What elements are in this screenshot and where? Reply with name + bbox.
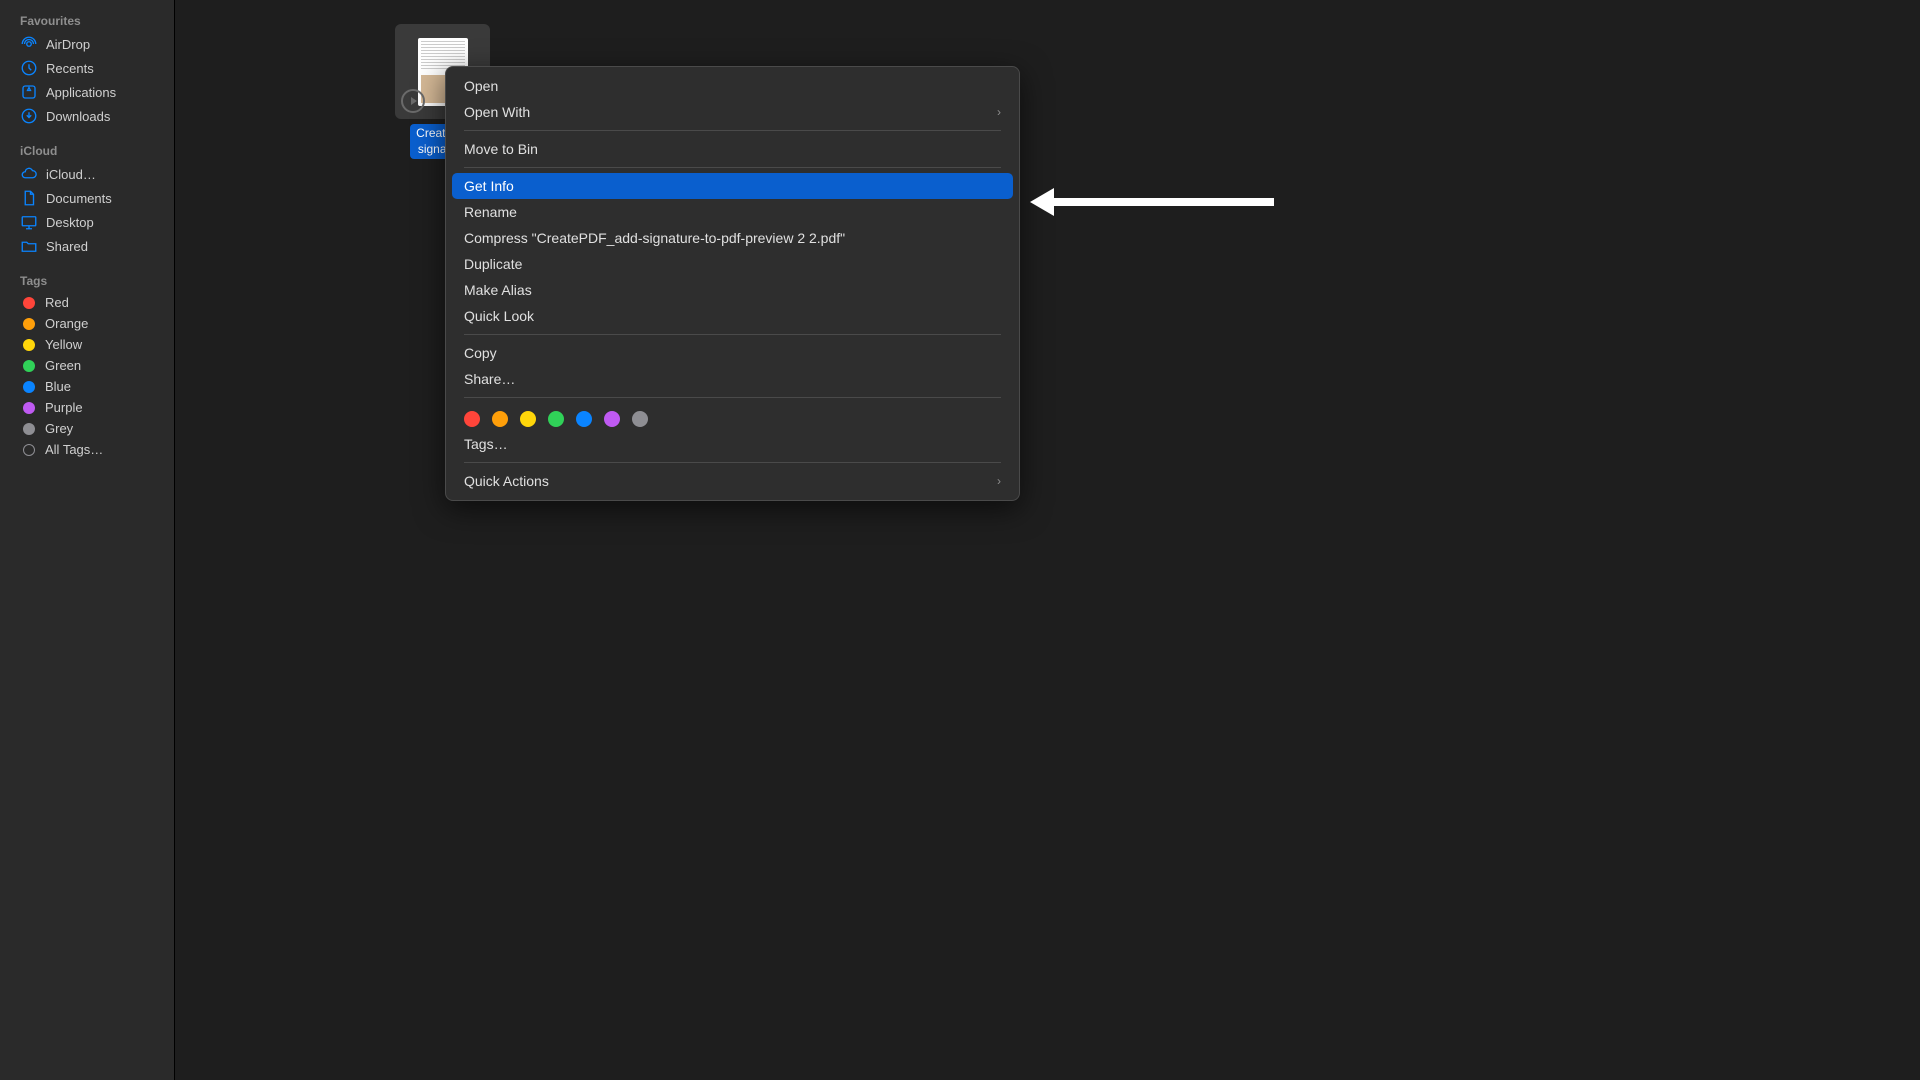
sidebar-section-icloud: iCloud iCloud… Documents Desktop Shared (0, 140, 174, 258)
sidebar-item-downloads[interactable]: Downloads (0, 104, 174, 128)
tag-circle-blue[interactable] (576, 411, 592, 427)
arrow-line (1054, 198, 1274, 206)
download-progress-icon (401, 89, 425, 113)
menu-item-quick-actions[interactable]: Quick Actions› (452, 468, 1013, 494)
sidebar-item-icloud-drive[interactable]: iCloud… (0, 162, 174, 186)
menu-item-move-to-bin[interactable]: Move to Bin (452, 136, 1013, 162)
clock-icon (20, 59, 38, 77)
tag-dot-all (23, 444, 35, 456)
tag-dot-red (23, 297, 35, 309)
sidebar-item-label: Recents (46, 61, 94, 76)
sidebar-item-label: Blue (45, 379, 71, 394)
menu-item-open[interactable]: Open (452, 73, 1013, 99)
sidebar-item-applications[interactable]: Applications (0, 80, 174, 104)
sidebar-tag-grey[interactable]: Grey (0, 418, 174, 439)
sidebar-header-tags: Tags (0, 270, 174, 292)
shared-folder-icon (20, 237, 38, 255)
menu-separator (464, 397, 1001, 398)
sidebar-section-favourites: Favourites AirDrop Recents Applications … (0, 10, 174, 128)
chevron-right-icon: › (997, 105, 1001, 119)
menu-separator (464, 167, 1001, 168)
sidebar-item-airdrop[interactable]: AirDrop (0, 32, 174, 56)
tag-dot-orange (23, 318, 35, 330)
sidebar-item-documents[interactable]: Documents (0, 186, 174, 210)
arrow-head-icon (1030, 188, 1054, 216)
sidebar-item-label: Orange (45, 316, 88, 331)
sidebar-all-tags[interactable]: All Tags… (0, 439, 174, 460)
sidebar-item-label: All Tags… (45, 442, 103, 457)
sidebar-item-label: Documents (46, 191, 112, 206)
menu-item-make-alias[interactable]: Make Alias (452, 277, 1013, 303)
sidebar-tag-red[interactable]: Red (0, 292, 174, 313)
cloud-icon (20, 165, 38, 183)
sidebar-tag-yellow[interactable]: Yellow (0, 334, 174, 355)
sidebar-item-label: Purple (45, 400, 83, 415)
sidebar-tag-purple[interactable]: Purple (0, 397, 174, 418)
sidebar-item-label: Grey (45, 421, 73, 436)
sidebar-item-label: iCloud… (46, 167, 96, 182)
document-icon (20, 189, 38, 207)
sidebar-section-tags: Tags Red Orange Yellow Green Blue Purple… (0, 270, 174, 460)
menu-item-rename[interactable]: Rename (452, 199, 1013, 225)
sidebar-item-label: Downloads (46, 109, 110, 124)
tag-dot-grey (23, 423, 35, 435)
sidebar-header-favourites: Favourites (0, 10, 174, 32)
sidebar-item-label: AirDrop (46, 37, 90, 52)
tag-circle-green[interactable] (548, 411, 564, 427)
menu-item-tags[interactable]: Tags… (452, 431, 1013, 457)
tag-dot-purple (23, 402, 35, 414)
context-menu: Open Open With› Move to Bin Get Info Ren… (445, 66, 1020, 501)
sidebar-item-recents[interactable]: Recents (0, 56, 174, 80)
menu-separator (464, 334, 1001, 335)
sidebar-item-label: Green (45, 358, 81, 373)
tag-color-row (452, 403, 1013, 431)
tag-dot-green (23, 360, 35, 372)
sidebar-item-label: Shared (46, 239, 88, 254)
tag-circle-grey[interactable] (632, 411, 648, 427)
menu-separator (464, 462, 1001, 463)
main-content: CreatePD signature Open Open With› Move … (175, 0, 1920, 1080)
tag-dot-blue (23, 381, 35, 393)
menu-item-quick-look[interactable]: Quick Look (452, 303, 1013, 329)
sidebar-item-label: Desktop (46, 215, 94, 230)
menu-item-get-info[interactable]: Get Info (452, 173, 1013, 199)
tag-circle-yellow[interactable] (520, 411, 536, 427)
tag-circle-purple[interactable] (604, 411, 620, 427)
sidebar-item-label: Applications (46, 85, 116, 100)
tag-dot-yellow (23, 339, 35, 351)
menu-item-duplicate[interactable]: Duplicate (452, 251, 1013, 277)
sidebar-header-icloud: iCloud (0, 140, 174, 162)
applications-icon (20, 83, 38, 101)
menu-item-copy[interactable]: Copy (452, 340, 1013, 366)
sidebar: Favourites AirDrop Recents Applications … (0, 0, 175, 1080)
tag-circle-red[interactable] (464, 411, 480, 427)
annotation-arrow (1030, 188, 1274, 216)
desktop-icon (20, 213, 38, 231)
sidebar-item-desktop[interactable]: Desktop (0, 210, 174, 234)
sidebar-item-shared[interactable]: Shared (0, 234, 174, 258)
sidebar-tag-orange[interactable]: Orange (0, 313, 174, 334)
sidebar-tag-blue[interactable]: Blue (0, 376, 174, 397)
sidebar-item-label: Yellow (45, 337, 82, 352)
tag-circle-orange[interactable] (492, 411, 508, 427)
sidebar-tag-green[interactable]: Green (0, 355, 174, 376)
menu-item-share[interactable]: Share… (452, 366, 1013, 392)
sidebar-item-label: Red (45, 295, 69, 310)
menu-separator (464, 130, 1001, 131)
downloads-icon (20, 107, 38, 125)
menu-item-open-with[interactable]: Open With› (452, 99, 1013, 125)
menu-item-compress[interactable]: Compress "CreatePDF_add-signature-to-pdf… (452, 225, 1013, 251)
chevron-right-icon: › (997, 474, 1001, 488)
airdrop-icon (20, 35, 38, 53)
